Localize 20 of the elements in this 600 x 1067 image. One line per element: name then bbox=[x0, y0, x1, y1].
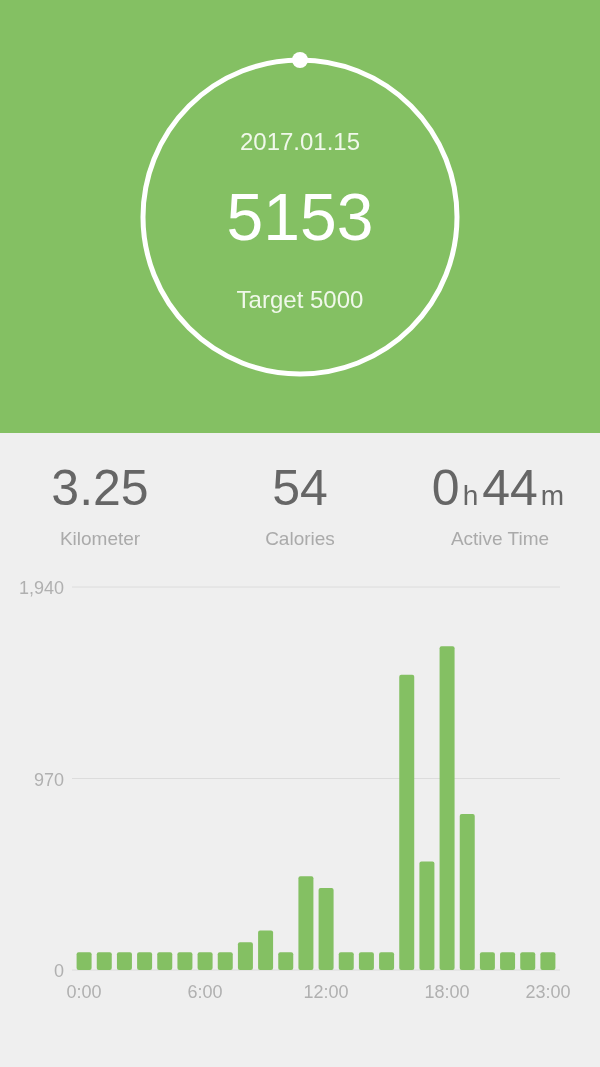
axis-label: 0 bbox=[54, 960, 64, 981]
stat-label: Kilometer bbox=[59, 527, 141, 551]
step-count: 5153 bbox=[226, 183, 374, 250]
stat-value: 3.25 bbox=[51, 463, 149, 513]
unit-label: h bbox=[462, 482, 479, 510]
stat-label: Calories bbox=[265, 527, 335, 551]
axis-label: 6:00 bbox=[187, 981, 223, 1002]
stat-label: Active Time bbox=[450, 527, 550, 551]
unit-label: m bbox=[540, 482, 565, 510]
stat-value: 44 bbox=[482, 463, 538, 513]
axis-label: 18:00 bbox=[424, 981, 470, 1002]
target-label: Target 5000 bbox=[236, 284, 364, 315]
axis-label: 23:00 bbox=[525, 981, 571, 1002]
axis-label: 12:00 bbox=[303, 981, 349, 1002]
stat-value: 0 bbox=[431, 463, 460, 513]
axis-label: 0:00 bbox=[66, 981, 102, 1002]
axis-label: 1,940 bbox=[18, 577, 64, 598]
axis-label: 970 bbox=[33, 769, 64, 789]
stat-value: 54 bbox=[272, 463, 328, 513]
date-label: 2017.01.15 bbox=[239, 126, 361, 157]
